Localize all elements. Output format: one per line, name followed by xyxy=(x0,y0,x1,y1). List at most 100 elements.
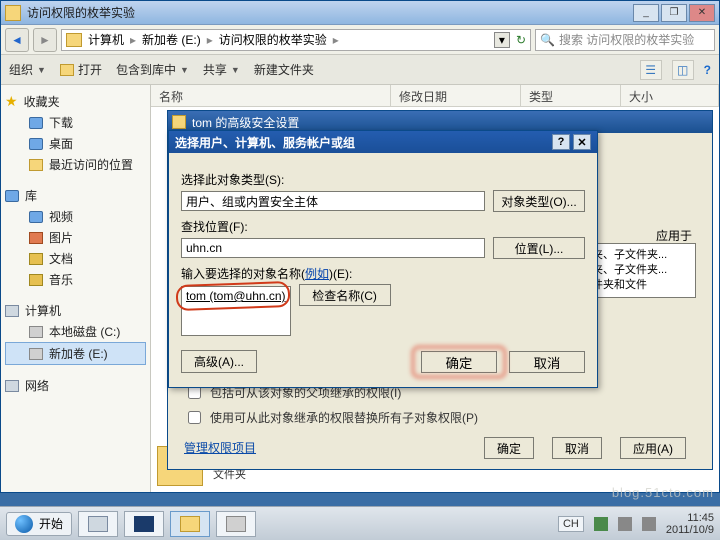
sidebar-item-music[interactable]: 音乐 xyxy=(5,269,146,290)
powershell-icon xyxy=(134,516,154,532)
drive-icon xyxy=(226,516,246,532)
start-button[interactable]: 开始 xyxy=(6,512,72,536)
favorites-group[interactable]: ★收藏夹 xyxy=(5,91,146,112)
new-folder-button[interactable]: 新建文件夹 xyxy=(254,61,314,78)
star-icon: ★ xyxy=(5,93,18,110)
object-type-label: 选择此对象类型(S): xyxy=(181,171,585,188)
ok-button[interactable]: 确定 xyxy=(484,437,534,459)
dialog-title-bar[interactable]: 选择用户、计算机、服务帐户或组 ? ✕ xyxy=(169,131,597,153)
organize-menu[interactable]: 组织 ▼ xyxy=(9,61,46,78)
taskbar-item[interactable] xyxy=(78,511,118,537)
sidebar-item-videos[interactable]: 视频 xyxy=(5,206,146,227)
window-title: 访问权限的枚举实验 xyxy=(27,4,633,21)
folder-icon xyxy=(5,5,21,21)
sidebar-item-downloads[interactable]: 下载 xyxy=(5,112,146,133)
computer-icon xyxy=(5,305,19,317)
view-button[interactable]: ☰ xyxy=(640,60,662,80)
drive-icon xyxy=(29,326,43,338)
cancel-button[interactable]: 取消 xyxy=(552,437,602,459)
column-type[interactable]: 类型 xyxy=(521,85,621,106)
examples-link[interactable]: 例如 xyxy=(305,267,329,281)
dialog-title: 选择用户、计算机、服务帐户或组 xyxy=(175,134,355,151)
documents-icon xyxy=(29,253,43,265)
date: 2011/10/9 xyxy=(666,524,714,536)
nav-forward-button[interactable]: ► xyxy=(33,28,57,52)
time: 11:45 xyxy=(666,512,714,524)
server-manager-icon xyxy=(88,516,108,532)
recent-icon xyxy=(29,159,43,171)
sidebar-item-pictures[interactable]: 图片 xyxy=(5,227,146,248)
open-button[interactable]: 打开 xyxy=(60,61,102,78)
object-type-field: 用户、组或内置安全主体 xyxy=(181,191,485,211)
dropdown-icon[interactable]: ▾ xyxy=(494,32,510,48)
tray-icon[interactable] xyxy=(594,517,608,531)
replace-child-checkbox[interactable]: 使用可从此对象继承的权限替换所有子对象权限(P) xyxy=(184,408,696,427)
nav-pane: ★收藏夹 下载 桌面 最近访问的位置 库 视频 图片 文档 音乐 计算机 本地磁… xyxy=(1,85,151,492)
column-headers: 名称 修改日期 类型 大小 xyxy=(151,85,719,107)
chevron-right-icon: ▸ xyxy=(333,33,339,47)
video-icon xyxy=(29,211,43,223)
breadcrumb[interactable]: 计算机 xyxy=(88,31,124,48)
taskbar: 开始 CH 11:45 2011/10/9 xyxy=(0,506,720,540)
locations-button[interactable]: 位置(L)... xyxy=(493,237,585,259)
computer-group[interactable]: 计算机 xyxy=(5,300,146,321)
apply-button[interactable]: 应用(A) xyxy=(620,437,686,459)
preview-pane-button[interactable]: ◫ xyxy=(672,60,694,80)
desktop-icon xyxy=(29,138,43,150)
watermark: blog.51cto.com xyxy=(612,485,714,500)
sidebar-item-recent[interactable]: 最近访问的位置 xyxy=(5,154,146,175)
adv-title: tom 的高级安全设置 xyxy=(192,114,299,131)
minimize-button[interactable]: _ xyxy=(633,4,659,22)
breadcrumb[interactable]: 访问权限的枚举实验 xyxy=(219,31,327,48)
taskbar-item[interactable] xyxy=(216,511,256,537)
location-field: uhn.cn xyxy=(181,238,485,258)
taskbar-item[interactable] xyxy=(124,511,164,537)
close-button[interactable]: ✕ xyxy=(689,4,715,22)
title-bar[interactable]: 访问权限的枚举实验 _ ❐ ✕ xyxy=(1,1,719,25)
folder-icon xyxy=(66,33,82,47)
windows-orb-icon xyxy=(15,515,33,533)
folder-icon xyxy=(172,115,186,129)
language-indicator[interactable]: CH xyxy=(558,516,584,532)
drive-icon xyxy=(29,348,43,360)
check-names-button[interactable]: 检查名称(C) xyxy=(299,284,391,306)
clock[interactable]: 11:45 2011/10/9 xyxy=(666,512,714,536)
download-icon xyxy=(29,117,43,129)
network-icon xyxy=(5,380,19,392)
refresh-icon[interactable]: ↻ xyxy=(516,33,526,47)
help-icon[interactable]: ? xyxy=(704,63,711,77)
breadcrumb[interactable]: 新加卷 (E:) xyxy=(142,31,201,48)
sidebar-item-desktop[interactable]: 桌面 xyxy=(5,133,146,154)
help-button[interactable]: ? xyxy=(552,134,570,150)
share-menu[interactable]: 共享 ▼ xyxy=(203,61,240,78)
include-menu[interactable]: 包含到库中 ▼ xyxy=(116,61,189,78)
object-names-input[interactable]: tom (tom@uhn.cn) xyxy=(181,286,291,336)
column-size[interactable]: 大小 xyxy=(621,85,719,106)
advanced-button[interactable]: 高级(A)... xyxy=(181,350,257,373)
folder-icon xyxy=(180,516,200,532)
cancel-button[interactable]: 取消 xyxy=(509,351,585,373)
chevron-down-icon: ▼ xyxy=(37,65,46,75)
address-bar[interactable]: 计算机▸ 新加卷 (E:)▸ 访问权限的枚举实验▸ ▾ ↻ xyxy=(61,29,531,51)
object-types-button[interactable]: 对象类型(O)... xyxy=(493,190,585,212)
nav-bar: ◄ ► 计算机▸ 新加卷 (E:)▸ 访问权限的枚举实验▸ ▾ ↻ 🔍 搜索 访… xyxy=(1,25,719,55)
tray-network-icon[interactable] xyxy=(642,517,656,531)
column-date[interactable]: 修改日期 xyxy=(391,85,521,106)
tray-sound-icon[interactable] xyxy=(618,517,632,531)
taskbar-item-explorer[interactable] xyxy=(170,511,210,537)
sidebar-item-drive-c[interactable]: 本地磁盘 (C:) xyxy=(5,321,146,342)
libraries-group[interactable]: 库 xyxy=(5,185,146,206)
library-icon xyxy=(5,190,19,202)
nav-back-button[interactable]: ◄ xyxy=(5,28,29,52)
command-bar: 组织 ▼ 打开 包含到库中 ▼ 共享 ▼ 新建文件夹 ☰ ◫ ? xyxy=(1,55,719,85)
sidebar-item-documents[interactable]: 文档 xyxy=(5,248,146,269)
search-input[interactable]: 🔍 搜索 访问权限的枚举实验 xyxy=(535,29,715,51)
close-button[interactable]: ✕ xyxy=(573,134,591,150)
resolved-name: tom (tom@uhn.cn) xyxy=(186,289,286,303)
network-group[interactable]: 网络 xyxy=(5,375,146,396)
ok-button[interactable]: 确定 xyxy=(421,351,497,373)
manage-permissions-link[interactable]: 管理权限项目 xyxy=(184,439,256,456)
maximize-button[interactable]: ❐ xyxy=(661,4,687,22)
column-name[interactable]: 名称 xyxy=(151,85,391,106)
sidebar-item-drive-e[interactable]: 新加卷 (E:) xyxy=(5,342,146,365)
